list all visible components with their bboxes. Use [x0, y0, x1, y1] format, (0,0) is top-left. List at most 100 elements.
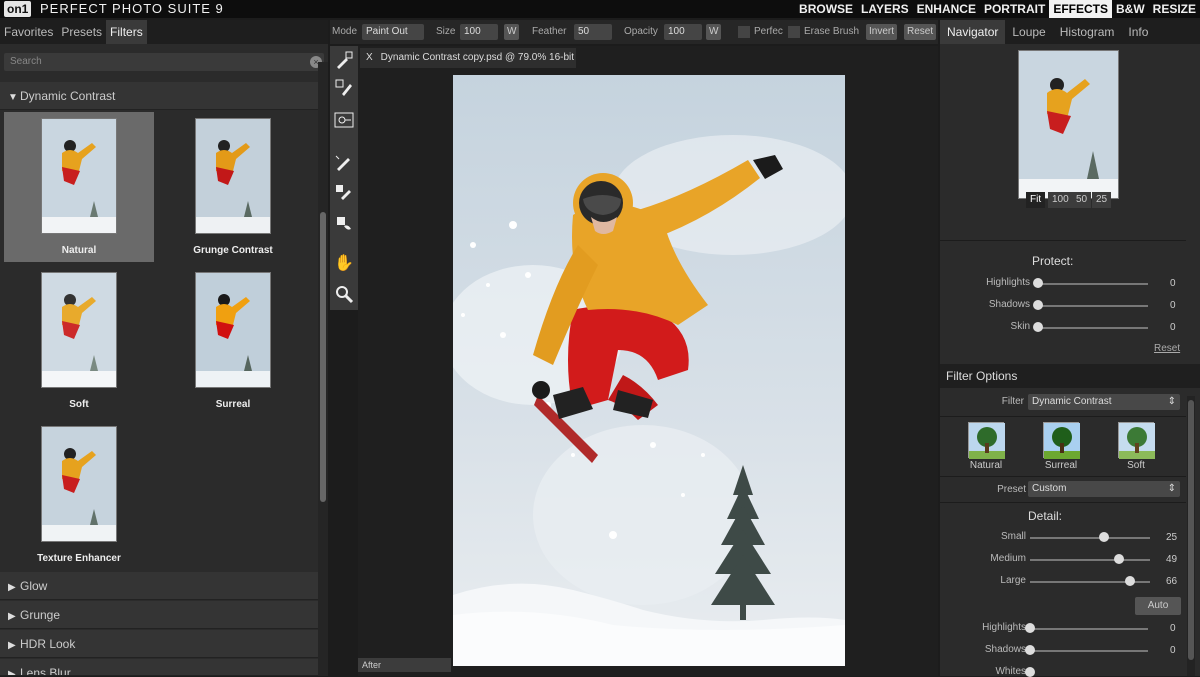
module-layers[interactable]: LAYERS [857, 0, 913, 18]
preset-natural[interactable]: Natural [4, 112, 154, 262]
opacity-input[interactable]: 100 [664, 24, 702, 40]
tone-shadows-slider[interactable] [1030, 650, 1148, 652]
preset-thumbnail [41, 426, 117, 542]
preset-label: Grunge Contrast [193, 245, 273, 256]
zoom-50-button[interactable]: 50 [1072, 192, 1092, 208]
preset-grunge-contrast[interactable]: Grunge Contrast [158, 112, 308, 262]
module-portrait[interactable]: PORTRAIT [980, 0, 1049, 18]
zoom-fit-button[interactable]: Fit [1026, 192, 1046, 208]
tone-shadows-knob[interactable] [1025, 645, 1035, 655]
right-scrollbar[interactable] [1187, 396, 1195, 676]
preset-select[interactable]: Custom ⇕ [1028, 481, 1180, 497]
protect-skin-slider[interactable] [1038, 327, 1148, 329]
preset-soft[interactable]: Soft [4, 266, 154, 416]
opacity-pen-button[interactable]: W [706, 24, 722, 40]
preset-thumbnail [41, 272, 117, 388]
brush-options-bar: Mode Paint Out Size 100 W Feather 50 Opa… [330, 20, 938, 44]
top-bar: on1 PERFECT PHOTO SUITE 9 BROWSE LAYERS … [0, 0, 1200, 18]
category-glow[interactable]: ▶ Glow [0, 572, 318, 600]
module-resize[interactable]: RESIZE [1149, 0, 1200, 18]
protect-shadows-slider[interactable] [1038, 305, 1148, 307]
detail-medium-knob[interactable] [1113, 554, 1124, 564]
brush-icon[interactable] [332, 150, 356, 174]
category-grunge[interactable]: ▶ Grunge [0, 601, 318, 629]
tone-highlights-knob[interactable] [1025, 623, 1035, 633]
protect-skin-knob[interactable] [1033, 322, 1043, 332]
detail-large-knob[interactable] [1124, 576, 1135, 586]
module-effects[interactable]: EFFECTS [1049, 0, 1112, 18]
detail-small-slider[interactable] [1030, 537, 1150, 539]
category-hdr-look[interactable]: ▶ HDR Look [0, 630, 318, 658]
detail-medium-label: Medium [990, 553, 1026, 564]
divider [940, 416, 1186, 417]
preset-texture-enhancer[interactable]: Texture Enhancer [4, 420, 154, 570]
category-label: HDR Look [20, 637, 76, 651]
document-tab[interactable]: X Dynamic Contrast copy.psd @ 79.0% 16-bi… [360, 48, 576, 68]
category-lens-blur[interactable]: ▶ Lens Blur [0, 659, 318, 676]
tab-presets[interactable]: Presets [57, 20, 106, 44]
filter-select[interactable]: Dynamic Contrast ⇕ [1028, 394, 1180, 410]
divider [940, 240, 1186, 241]
app-logo: on1 [4, 1, 32, 17]
zoom-100-button[interactable]: 100 [1048, 192, 1073, 208]
masking-bug-icon[interactable] [332, 76, 356, 100]
close-icon[interactable]: X [366, 52, 373, 63]
protect-highlights-slider[interactable] [1038, 283, 1148, 285]
zoom-25-button[interactable]: 25 [1092, 192, 1112, 208]
main-photo[interactable] [453, 75, 845, 666]
detail-small-value: 25 [1166, 532, 1178, 543]
tab-favorites[interactable]: Favorites [0, 20, 57, 44]
preset-label: Natural [61, 245, 97, 256]
tab-info[interactable]: Info [1121, 20, 1155, 44]
protect-highlights-label: Highlights [986, 277, 1030, 288]
style-natural-thumb[interactable] [968, 422, 1005, 459]
module-browse[interactable]: BROWSE [795, 0, 857, 18]
preset-select-value: Custom [1032, 483, 1067, 494]
scroll-thumb[interactable] [320, 212, 326, 502]
module-enhance[interactable]: ENHANCE [913, 0, 980, 18]
category-dynamic-contrast[interactable]: ▼ Dynamic Contrast [0, 82, 318, 110]
zoom-icon[interactable] [332, 282, 356, 306]
detail-medium-slider[interactable] [1030, 559, 1150, 561]
hand-icon[interactable]: ✋ [332, 252, 356, 276]
updown-icon: ⇕ [1167, 483, 1176, 494]
navigator-preview[interactable] [1018, 50, 1119, 199]
invert-button[interactable]: Invert [866, 24, 898, 40]
protect-title: Protect: [1032, 254, 1074, 268]
perfect-brush-checkbox[interactable] [738, 26, 750, 38]
tab-histogram[interactable]: Histogram [1053, 20, 1122, 44]
scroll-thumb[interactable] [1188, 400, 1194, 660]
feather-input[interactable]: 50 [574, 24, 612, 40]
search-input[interactable]: Search [4, 53, 324, 71]
tab-loupe[interactable]: Loupe [1005, 20, 1052, 44]
tab-filters[interactable]: Filters [106, 20, 147, 44]
right-tabs: Navigator Loupe Histogram Info [940, 20, 1200, 44]
reset-button[interactable]: Reset [904, 24, 937, 40]
protect-reset-link[interactable]: Reset [1154, 343, 1180, 354]
view-icon[interactable] [332, 108, 356, 132]
protect-highlights-knob[interactable] [1033, 278, 1043, 288]
size-input[interactable]: 100 [460, 24, 498, 40]
gradient-brush-icon[interactable] [332, 180, 356, 204]
chisel-icon[interactable] [332, 210, 356, 234]
protect-shadows-label: Shadows [988, 299, 1030, 310]
tab-navigator[interactable]: Navigator [940, 20, 1006, 44]
protect-shadows-knob[interactable] [1033, 300, 1043, 310]
tone-highlights-slider[interactable] [1030, 628, 1148, 630]
module-bw[interactable]: B&W [1112, 0, 1149, 18]
style-soft-thumb[interactable] [1118, 422, 1155, 459]
auto-button[interactable]: Auto [1135, 597, 1181, 615]
mode-select[interactable]: Paint Out [362, 24, 424, 40]
filter-options-header[interactable]: Filter Options [940, 364, 1200, 388]
protect-skin-value: 0 [1170, 322, 1176, 333]
view-mode-select[interactable]: After [358, 658, 451, 672]
detail-title: Detail: [1028, 509, 1063, 523]
preset-surreal[interactable]: Surreal [158, 266, 308, 416]
style-surreal-thumb[interactable] [1043, 422, 1080, 459]
size-pen-button[interactable]: W [504, 24, 520, 40]
erase-brush-checkbox[interactable] [788, 26, 800, 38]
left-scrollbar[interactable] [318, 62, 328, 676]
opacity-label: Opacity [624, 26, 658, 37]
masking-brush-icon[interactable] [332, 48, 356, 72]
triangle-right-icon: ▶ [8, 640, 16, 651]
